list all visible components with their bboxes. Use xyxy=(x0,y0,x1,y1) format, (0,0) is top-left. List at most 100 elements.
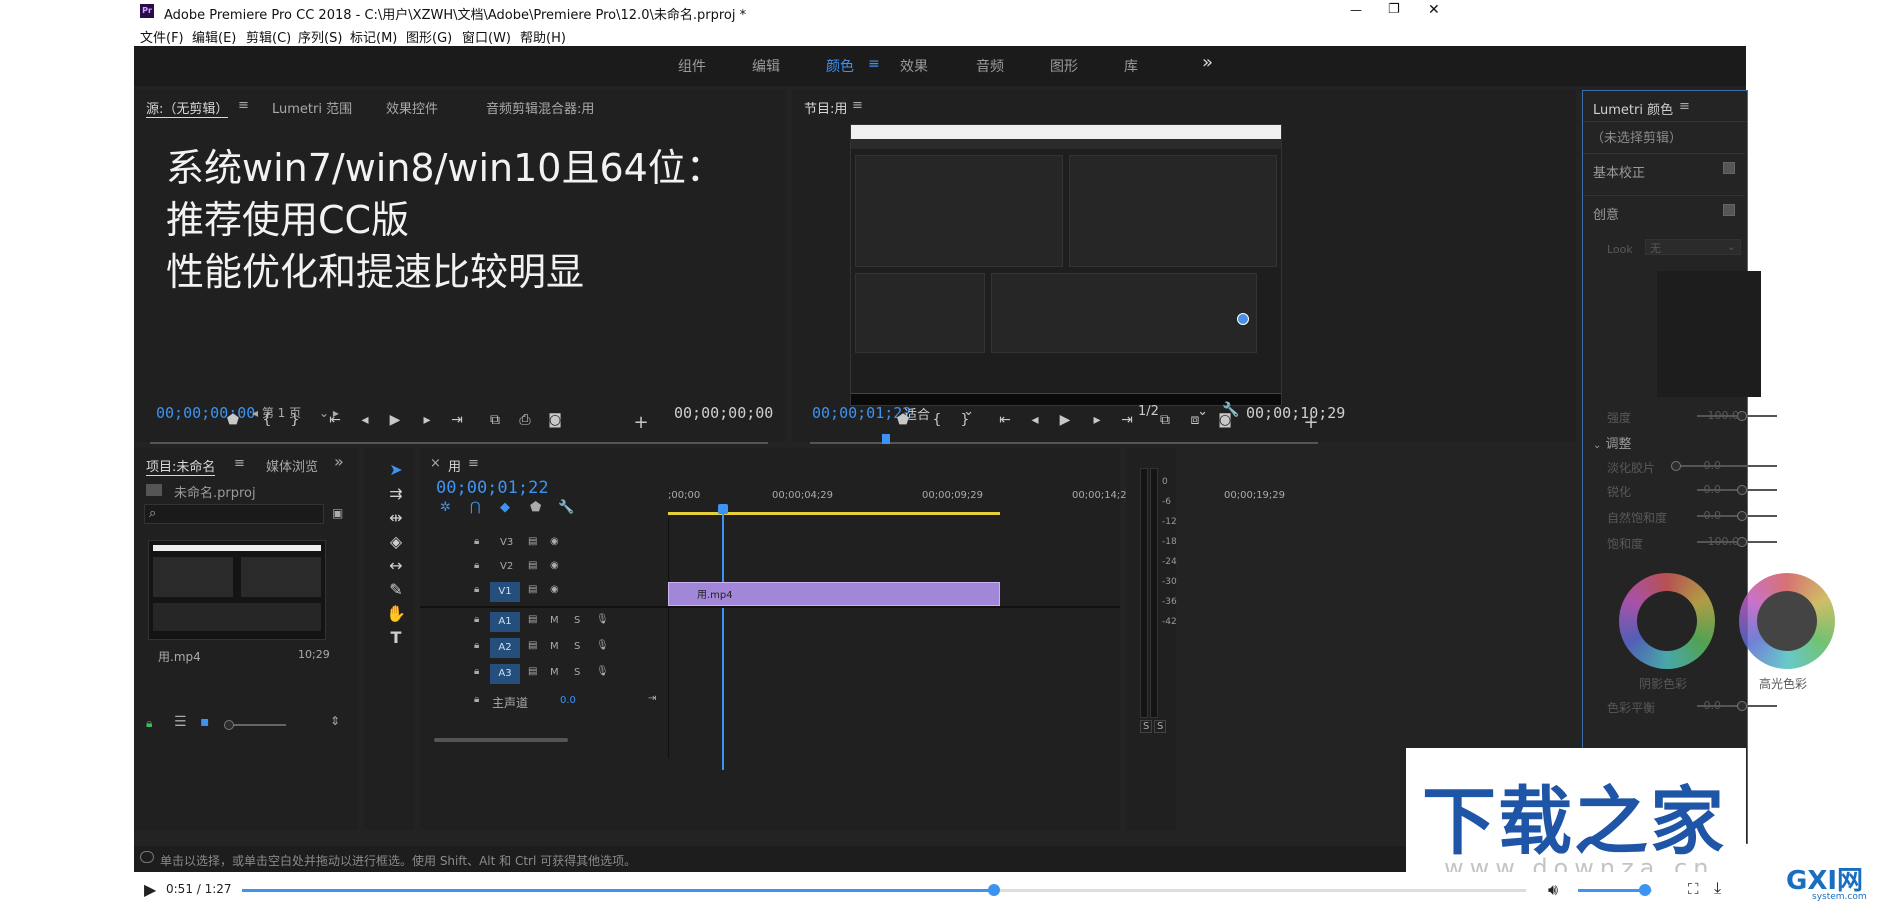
snap-icon[interactable]: ✲ xyxy=(440,500,451,515)
solo-button[interactable]: S xyxy=(574,615,580,626)
play-icon[interactable]: ▶ xyxy=(384,412,406,428)
checkbox-basic[interactable] xyxy=(1723,162,1735,174)
tab-assembly[interactable]: 组件 xyxy=(678,56,706,76)
tab-graphics[interactable]: 图形 xyxy=(1050,56,1078,76)
hand-tool-icon[interactable]: ✋ xyxy=(384,604,408,626)
eye-icon[interactable]: ◉ xyxy=(550,536,559,547)
maximize-button[interactable]: ❐ xyxy=(1388,2,1400,17)
menu-sequence[interactable]: 序列(S) xyxy=(298,27,342,46)
program-title[interactable]: 节目:用 xyxy=(804,98,847,117)
add-marker-tool-icon[interactable]: ◆ xyxy=(500,500,510,515)
tint-balance-value[interactable]: 0.0 xyxy=(1704,699,1722,712)
volume-knob[interactable] xyxy=(1638,884,1651,896)
mark-out-icon[interactable]: } xyxy=(954,412,976,428)
menu-help[interactable]: 帮助(H) xyxy=(520,27,566,46)
track-label-v1[interactable]: V1 xyxy=(490,582,520,602)
lock-icon[interactable]: 🔒︎ xyxy=(474,640,479,651)
mark-out-icon[interactable]: } xyxy=(284,412,306,428)
selection-tool-icon[interactable]: ➤ xyxy=(384,460,408,482)
lock-icon[interactable]: 🔒︎ xyxy=(146,716,152,731)
step-forward-icon[interactable]: ▸ xyxy=(1086,412,1108,428)
timeline-hscroll[interactable] xyxy=(434,738,568,742)
checkbox-creative[interactable] xyxy=(1723,204,1735,216)
overwrite-icon[interactable]: ⎙ xyxy=(514,412,536,428)
minimize-button[interactable]: — xyxy=(1350,3,1362,17)
section-basic[interactable]: 基本校正 xyxy=(1583,153,1745,183)
menu-window[interactable]: 窗口(W) xyxy=(462,27,511,46)
intensity-value[interactable]: 100.0 xyxy=(1708,409,1740,422)
sync-icon[interactable]: ▤ xyxy=(528,536,537,547)
microphone-icon[interactable]: 🎙︎ xyxy=(596,614,609,625)
menu-graphics[interactable]: 图形(G) xyxy=(406,27,452,46)
play-icon[interactable]: ▶ xyxy=(144,880,156,899)
microphone-icon[interactable]: 🎙︎ xyxy=(596,666,609,677)
volume-slider[interactable] xyxy=(1578,884,1652,896)
go-to-out-icon[interactable]: ⇥ xyxy=(1116,412,1138,428)
video-clip-v1[interactable]: 用.mp4 xyxy=(668,582,1000,606)
mark-in-icon[interactable]: { xyxy=(256,412,278,428)
menu-file[interactable]: 文件(F) xyxy=(140,27,184,46)
timeline-timecode[interactable]: 00;00;01;22 xyxy=(436,478,549,498)
lift-icon[interactable]: ⧉ xyxy=(1154,412,1176,428)
tab-audio-clip-mixer[interactable]: 音频剪辑混合器:用 xyxy=(486,98,594,117)
settings-wrench-icon[interactable]: 🔧 xyxy=(558,500,574,515)
insert-icon[interactable]: ⧉ xyxy=(484,412,506,428)
faded-film-slider[interactable] xyxy=(1671,461,1777,471)
extract-icon[interactable]: ⧈ xyxy=(1184,412,1206,428)
fullscreen-icon[interactable]: ⛶ xyxy=(1688,880,1699,898)
program-menu-icon[interactable]: ≡ xyxy=(852,98,863,113)
section-creative[interactable]: 创意 xyxy=(1583,195,1745,225)
tab-media-browser[interactable]: 媒体浏览 xyxy=(266,456,318,475)
eye-icon[interactable]: ◉ xyxy=(550,560,559,571)
menu-marker[interactable]: 标记(M) xyxy=(350,27,397,46)
thumbnail-zoom-slider[interactable] xyxy=(224,720,286,730)
tab-editing[interactable]: 编辑 xyxy=(752,56,780,76)
sync-icon[interactable]: ▤ xyxy=(528,666,537,677)
solo-right-button[interactable]: S xyxy=(1154,720,1167,733)
highlight-color-wheel[interactable] xyxy=(1739,573,1835,669)
sort-icon[interactable]: ⇕ xyxy=(330,714,340,728)
clip-thumbnail[interactable] xyxy=(148,540,326,640)
workspaces-more-button[interactable]: » xyxy=(1202,52,1213,73)
lock-icon[interactable]: 🔒︎ xyxy=(474,614,479,625)
marker-icon[interactable]: ⬟ xyxy=(222,412,244,428)
faded-film-value[interactable]: 0.0 xyxy=(1704,459,1722,472)
tab-lumetri-scopes[interactable]: Lumetri 范围 xyxy=(272,98,352,117)
player-progress-knob[interactable] xyxy=(988,884,1001,896)
razor-tool-icon[interactable]: ◈ xyxy=(384,532,408,554)
mute-button[interactable]: M xyxy=(550,641,559,652)
go-to-in-icon[interactable]: ⇤ xyxy=(994,412,1016,428)
menu-clip[interactable]: 剪辑(C) xyxy=(246,27,291,46)
tab-color-menu-icon[interactable]: ≡ xyxy=(868,56,880,72)
solo-button[interactable]: S xyxy=(574,667,580,678)
pen-tool-icon[interactable]: ✎ xyxy=(384,580,408,602)
playhead-handle[interactable] xyxy=(718,504,728,514)
mark-in-icon[interactable]: { xyxy=(926,412,948,428)
mute-button[interactable]: M xyxy=(550,615,559,626)
add-button-icon[interactable]: + xyxy=(630,412,652,433)
shadow-color-wheel[interactable] xyxy=(1619,573,1715,669)
lock-icon[interactable]: 🔒︎ xyxy=(474,560,479,571)
sync-icon[interactable]: ▤ xyxy=(528,584,537,595)
lock-icon[interactable]: 🔒︎ xyxy=(474,584,479,595)
project-more-button[interactable]: » xyxy=(334,452,344,471)
track-label-a2[interactable]: A2 xyxy=(490,638,520,658)
slip-tool-icon[interactable]: ↔ xyxy=(384,556,408,578)
player-progress-bar[interactable] xyxy=(242,884,1526,896)
tab-libraries[interactable]: 库 xyxy=(1124,56,1138,76)
track-label-a1[interactable]: A1 xyxy=(490,612,520,632)
tab-project[interactable]: 项目:未命名 xyxy=(146,456,216,476)
source-scrub-bar[interactable] xyxy=(150,442,768,444)
lock-icon[interactable]: 🔒︎ xyxy=(474,536,479,547)
track-select-tool-icon[interactable]: ⇉ xyxy=(384,484,408,506)
tab-audio[interactable]: 音频 xyxy=(976,56,1004,76)
icon-view-icon[interactable]: ▪ xyxy=(200,714,210,730)
lumetri-title[interactable]: Lumetri 颜色 xyxy=(1593,99,1673,118)
timeline-menu-icon[interactable]: ≡ xyxy=(468,456,479,471)
sync-icon[interactable]: ▤ xyxy=(528,614,537,625)
microphone-icon[interactable]: 🎙︎ xyxy=(596,640,609,651)
vibrance-value[interactable]: 0.0 xyxy=(1704,509,1722,522)
go-to-in-icon[interactable]: ⇤ xyxy=(324,412,346,428)
lock-icon[interactable]: 🔒︎ xyxy=(474,666,479,677)
go-to-end-icon[interactable]: ⇥ xyxy=(648,693,656,704)
